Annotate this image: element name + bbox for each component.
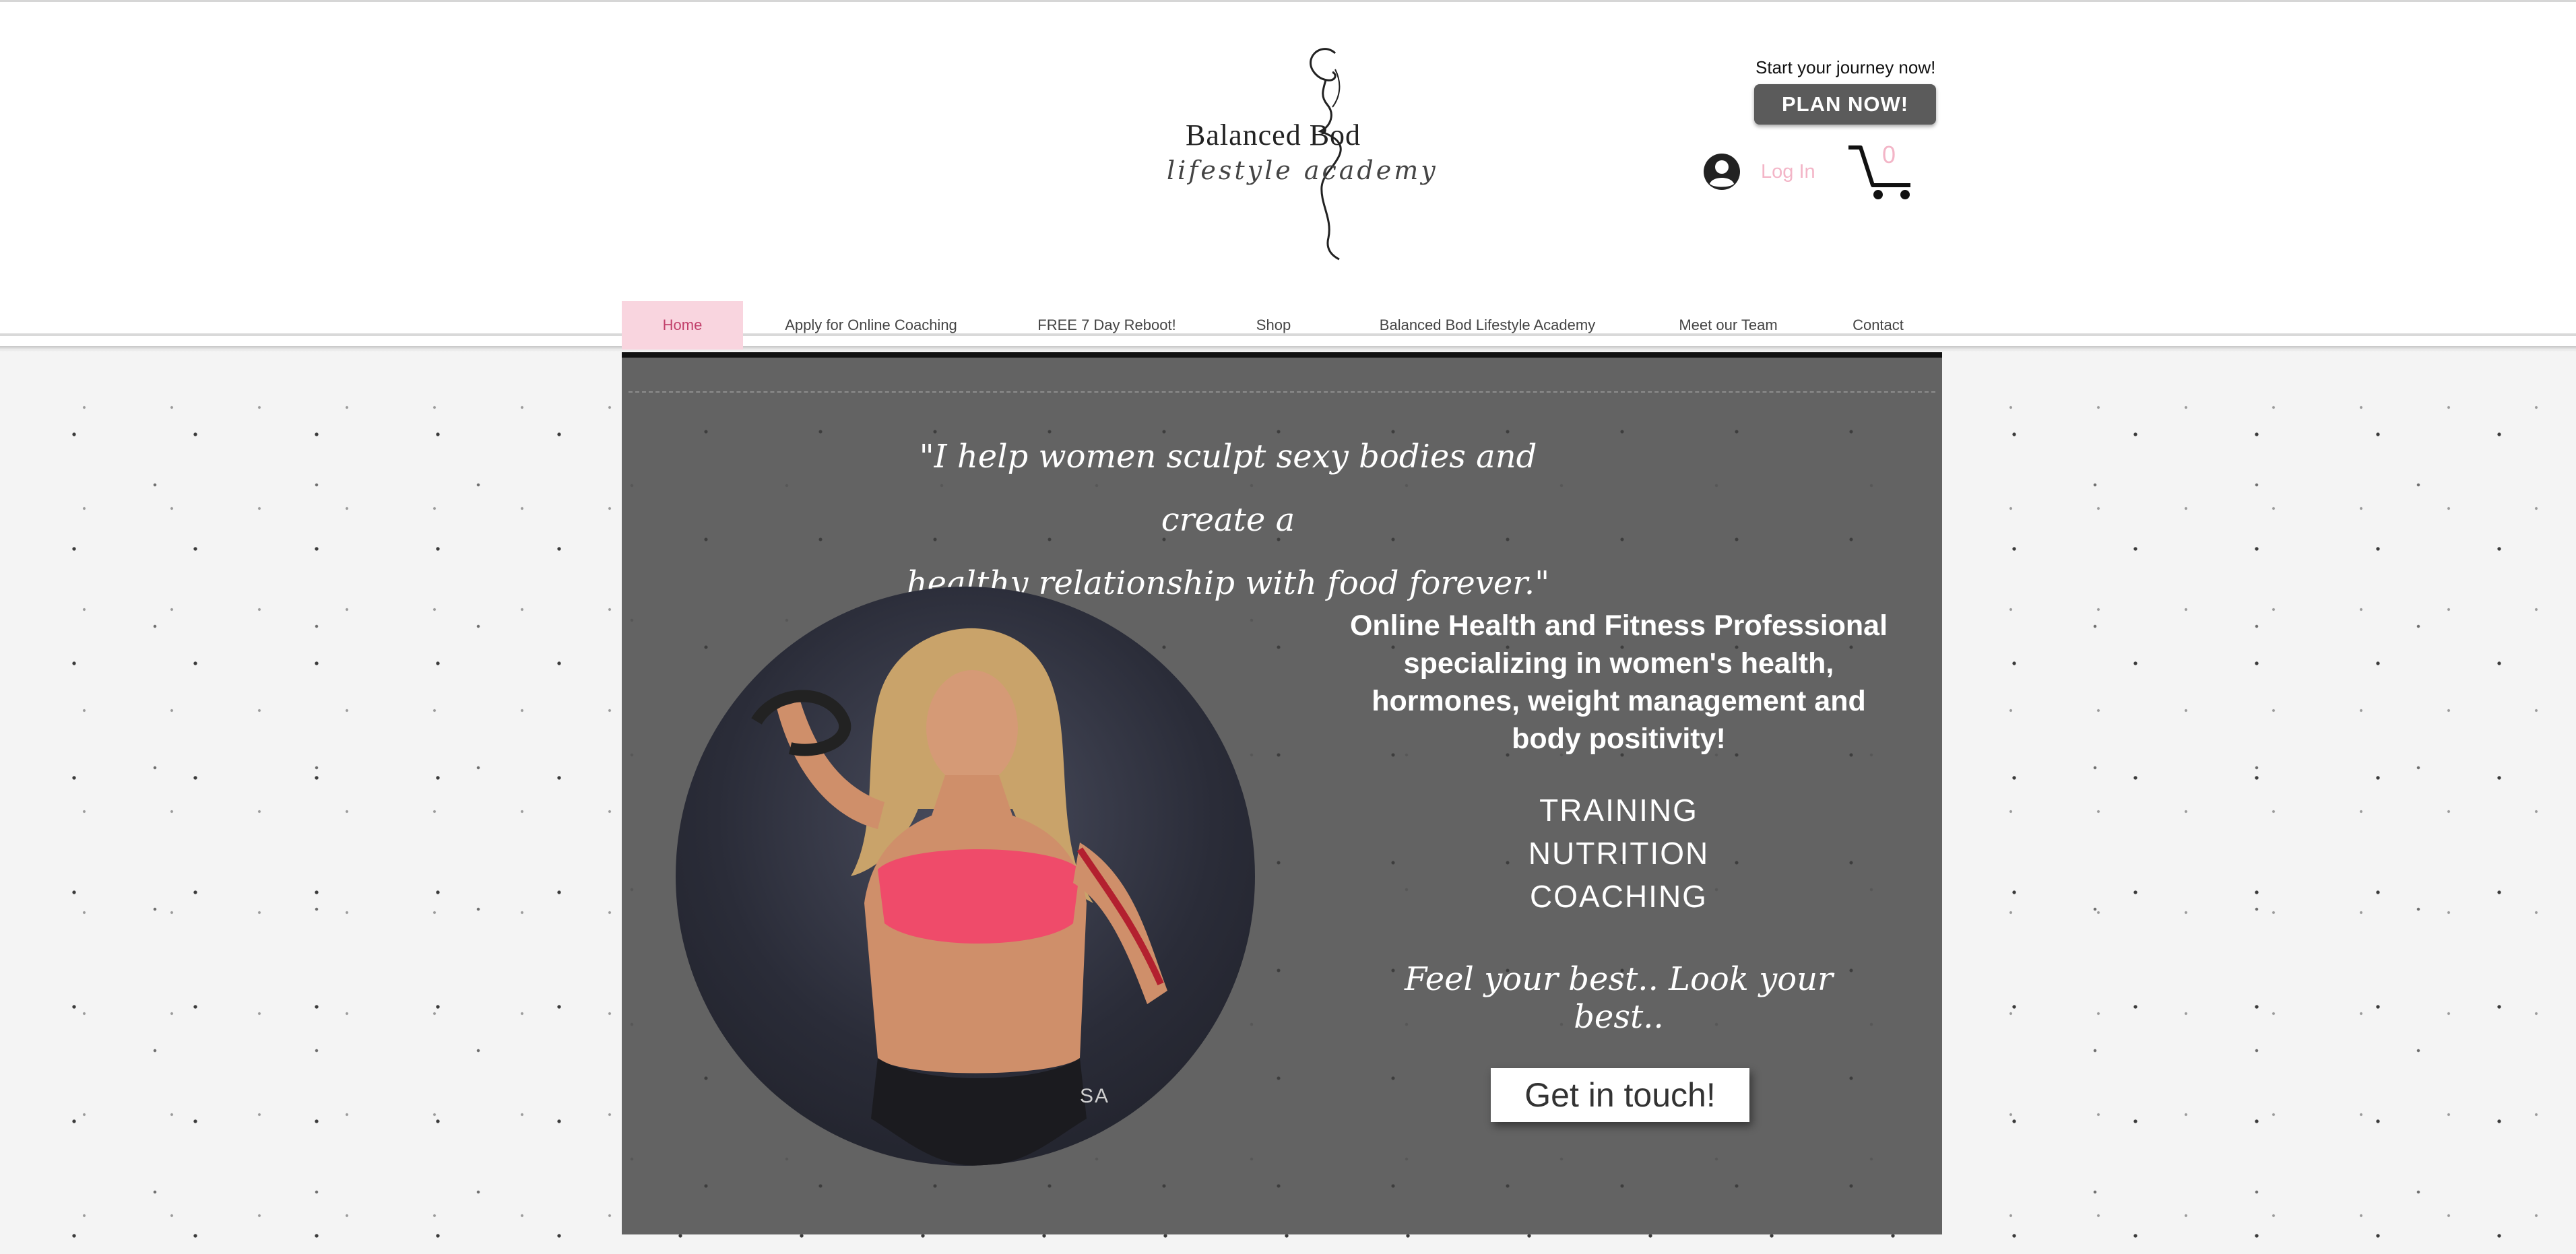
- site-header: Balanced Bod lifestyle academy Start you…: [0, 0, 2576, 350]
- services-list: TRAINING NUTRITION COACHING: [1417, 789, 1821, 918]
- page: Balanced Bod lifestyle academy Start you…: [0, 0, 2576, 1254]
- service-coaching: COACHING: [1530, 879, 1708, 914]
- service-training: TRAINING: [1539, 793, 1698, 828]
- nav-item-free-reboot[interactable]: FREE 7 Day Reboot!: [999, 301, 1215, 350]
- nav-item-meet-team[interactable]: Meet our Team: [1642, 301, 1814, 350]
- photo-watermark: SA: [1080, 1085, 1110, 1107]
- nav-item-lifestyle-academy[interactable]: Balanced Bod Lifestyle Academy: [1332, 301, 1642, 350]
- hero-dashed-line: [629, 391, 1935, 393]
- journey-text: Start your journey now!: [1756, 57, 1936, 77]
- logo-subtitle: lifestyle academy: [1167, 156, 1438, 185]
- user-avatar-icon: [1704, 154, 1740, 190]
- hero-tagline: Feel your best.. Look your best..: [1405, 960, 1833, 1036]
- service-nutrition: NUTRITION: [1528, 836, 1710, 871]
- hero-quote: "I help women sculpt sexy bodies and cre…: [891, 425, 1565, 615]
- site-logo[interactable]: Balanced Bod lifestyle academy: [1159, 42, 1436, 265]
- nav-item-contact[interactable]: Contact: [1814, 301, 1942, 350]
- nav-item-home[interactable]: Home: [622, 301, 743, 350]
- quote-line-1: "I help women sculpt sexy bodies and cre…: [919, 438, 1537, 539]
- main-nav: Home Apply for Online Coaching FREE 7 Da…: [622, 301, 1942, 350]
- coach-photo: SA: [676, 587, 1255, 1166]
- nav-item-shop[interactable]: Shop: [1215, 301, 1332, 350]
- login-label: Log In: [1761, 160, 1815, 183]
- coach-photo-illustration: [751, 628, 1167, 1166]
- logo-title: Balanced Bod: [1186, 119, 1361, 152]
- silhouette-logo-icon: [1310, 48, 1342, 261]
- nav-item-apply-coaching[interactable]: Apply for Online Coaching: [743, 301, 999, 350]
- plan-now-button[interactable]: PLAN NOW!: [1754, 84, 1936, 125]
- hero-headline: Online Health and Fitness Professional s…: [1349, 609, 1888, 755]
- hero-section: "I help women sculpt sexy bodies and cre…: [622, 352, 1942, 1234]
- login-button[interactable]: Log In: [1703, 150, 1815, 193]
- cart-count: 0: [1882, 141, 1896, 168]
- cart-button[interactable]: 0: [1846, 141, 1920, 201]
- get-in-touch-button[interactable]: Get in touch!: [1491, 1068, 1749, 1122]
